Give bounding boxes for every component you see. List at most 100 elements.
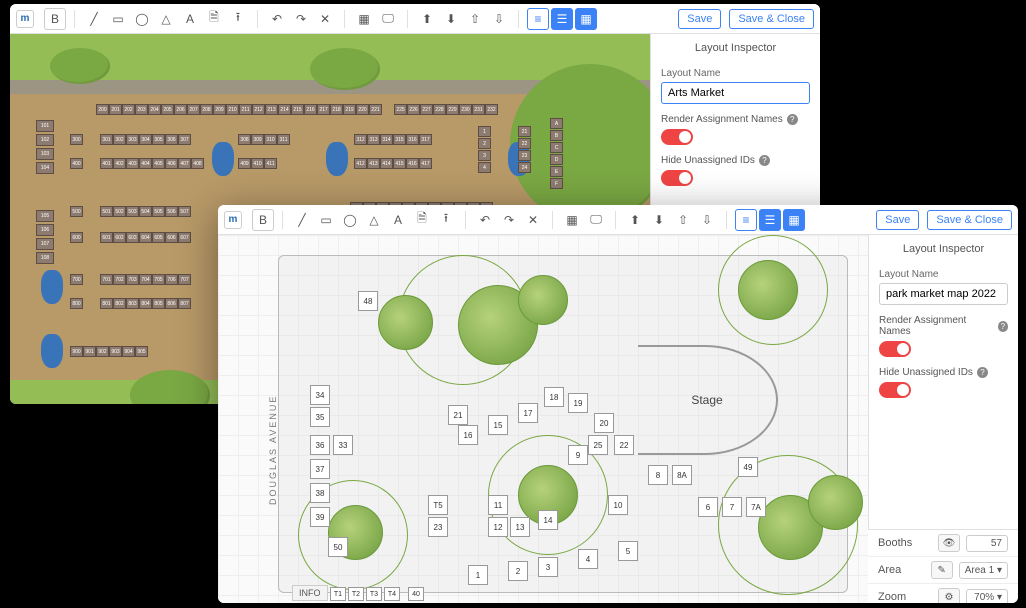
- booth-cell[interactable]: 50: [328, 537, 348, 557]
- screen-icon[interactable]: 🖵: [585, 209, 607, 231]
- help-icon[interactable]: ?: [977, 367, 988, 378]
- booth[interactable]: 406: [165, 158, 178, 169]
- rect-tool-icon[interactable]: ▭: [315, 209, 337, 231]
- booth[interactable]: 401: [100, 158, 113, 169]
- booth[interactable]: 232: [485, 104, 498, 115]
- redo-icon[interactable]: ↷: [290, 8, 312, 30]
- help-icon[interactable]: ?: [998, 321, 1008, 332]
- save-button[interactable]: Save: [678, 9, 721, 29]
- booth-cell[interactable]: T3: [366, 587, 382, 601]
- booth-cell[interactable]: 6: [698, 497, 718, 517]
- view-tiles-icon[interactable]: ▦: [783, 209, 805, 231]
- booth[interactable]: 316: [406, 134, 419, 145]
- polygon-tool-icon[interactable]: △: [155, 8, 177, 30]
- booth-cell[interactable]: 40: [408, 587, 424, 601]
- booth[interactable]: 3: [478, 150, 491, 161]
- booth[interactable]: 300: [70, 134, 83, 145]
- booth[interactable]: 24: [518, 162, 531, 173]
- booth[interactable]: 214: [278, 104, 291, 115]
- map-canvas[interactable]: DOUGLAS AVENUE Stage 48 34 35 36 33 37: [218, 235, 868, 603]
- booth-cell[interactable]: 25: [588, 435, 608, 455]
- save-button[interactable]: Save: [876, 210, 919, 230]
- booth[interactable]: 900: [70, 346, 83, 357]
- booth-cell[interactable]: 3: [538, 557, 558, 577]
- upload-icon[interactable]: ⭱: [227, 8, 249, 30]
- booth[interactable]: 506: [165, 206, 178, 217]
- booth[interactable]: E: [550, 166, 563, 177]
- booth[interactable]: 216: [304, 104, 317, 115]
- arrow-down-icon[interactable]: ⇩: [488, 8, 510, 30]
- booth[interactable]: 227: [420, 104, 433, 115]
- booth[interactable]: 101: [36, 120, 54, 132]
- booth[interactable]: 904: [122, 346, 135, 357]
- booth[interactable]: 707: [178, 274, 191, 285]
- booth-cell[interactable]: 23: [428, 517, 448, 537]
- booth[interactable]: 304: [139, 134, 152, 145]
- booth[interactable]: 305: [152, 134, 165, 145]
- booth[interactable]: 601: [100, 232, 113, 243]
- booth-cell[interactable]: T5: [428, 495, 448, 515]
- b-button[interactable]: B: [44, 8, 66, 30]
- booth-cell[interactable]: 38: [310, 483, 330, 503]
- booth[interactable]: 1: [478, 126, 491, 137]
- arrow-down-alt-icon[interactable]: ⬇: [440, 8, 462, 30]
- booth[interactable]: 502: [113, 206, 126, 217]
- view-list-icon[interactable]: ≡: [735, 209, 757, 231]
- save-close-button[interactable]: Save & Close: [729, 9, 814, 29]
- booth-cell[interactable]: 7: [722, 497, 742, 517]
- booth[interactable]: 201: [109, 104, 122, 115]
- file-tool-icon[interactable]: 🗎: [203, 8, 225, 30]
- booth-cell[interactable]: 36: [310, 435, 330, 455]
- booth-cell[interactable]: 11: [488, 495, 508, 515]
- booth[interactable]: 805: [152, 298, 165, 309]
- booth[interactable]: 107: [36, 238, 54, 250]
- layout-name-input[interactable]: [879, 283, 1008, 305]
- booth[interactable]: 209: [213, 104, 226, 115]
- booth[interactable]: 804: [139, 298, 152, 309]
- booth[interactable]: 208: [200, 104, 213, 115]
- booth-cell[interactable]: 19: [568, 393, 588, 413]
- screen-icon[interactable]: 🖵: [377, 8, 399, 30]
- booth[interactable]: D: [550, 154, 563, 165]
- booth[interactable]: 230: [459, 104, 472, 115]
- booth[interactable]: 701: [100, 274, 113, 285]
- booth[interactable]: 705: [152, 274, 165, 285]
- save-close-button[interactable]: Save & Close: [927, 210, 1012, 230]
- booth-cell[interactable]: 20: [594, 413, 614, 433]
- text-tool-icon[interactable]: A: [387, 209, 409, 231]
- booth[interactable]: 702: [113, 274, 126, 285]
- view-list-icon[interactable]: ≡: [527, 8, 549, 30]
- booth[interactable]: 414: [380, 158, 393, 169]
- booth[interactable]: 212: [252, 104, 265, 115]
- booth[interactable]: 200: [96, 104, 109, 115]
- help-icon[interactable]: ?: [759, 155, 770, 166]
- booth[interactable]: 306: [165, 134, 178, 145]
- booth[interactable]: 412: [354, 158, 367, 169]
- view-tiles-icon[interactable]: ▦: [575, 8, 597, 30]
- grid-icon[interactable]: ▦: [353, 8, 375, 30]
- booth[interactable]: 105: [36, 210, 54, 222]
- booth[interactable]: 415: [393, 158, 406, 169]
- undo-icon[interactable]: ↶: [266, 8, 288, 30]
- layout-name-input[interactable]: [661, 82, 810, 104]
- booth-cell[interactable]: T1: [330, 587, 346, 601]
- booth[interactable]: 404: [139, 158, 152, 169]
- booth[interactable]: 220: [356, 104, 369, 115]
- hide-ids-toggle[interactable]: [879, 382, 911, 398]
- booth-cell[interactable]: 7A: [746, 497, 766, 517]
- arrow-down-alt-icon[interactable]: ⬇: [648, 209, 670, 231]
- booth[interactable]: 806: [165, 298, 178, 309]
- gear-icon[interactable]: ⚙: [938, 588, 960, 603]
- booth[interactable]: 407: [178, 158, 191, 169]
- booth[interactable]: 219: [343, 104, 356, 115]
- booth[interactable]: 802: [113, 298, 126, 309]
- booth[interactable]: 403: [126, 158, 139, 169]
- booth[interactable]: 807: [178, 298, 191, 309]
- b-button[interactable]: B: [252, 209, 274, 231]
- booth[interactable]: 225: [394, 104, 407, 115]
- close-icon[interactable]: ✕: [522, 209, 544, 231]
- booth-cell[interactable]: 21: [448, 405, 468, 425]
- booth-cell[interactable]: 4: [578, 549, 598, 569]
- booth-cell[interactable]: 5: [618, 541, 638, 561]
- area-select[interactable]: Area 1 ▾: [959, 562, 1008, 579]
